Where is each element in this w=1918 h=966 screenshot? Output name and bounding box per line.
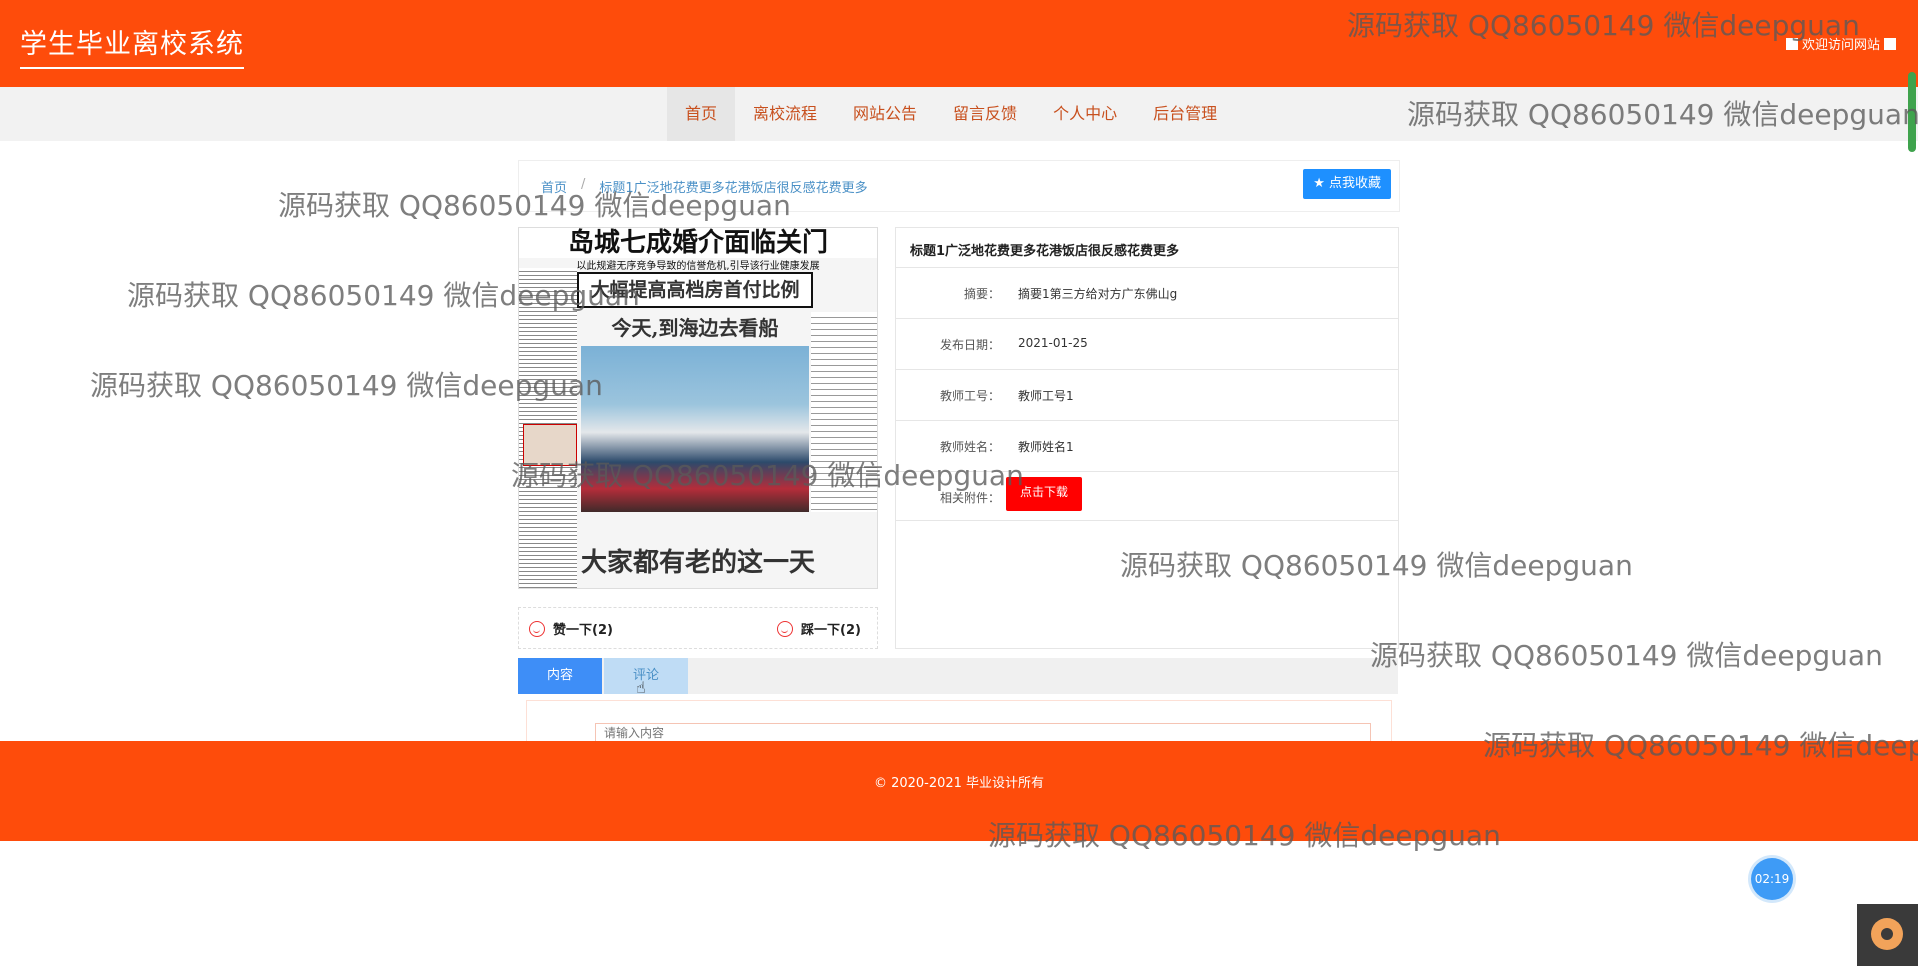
detail-panel: 标题1广泛地花费更多花港饭店很反感花费更多 摘要： 摘要1第三方给对方广东佛山g… bbox=[895, 227, 1399, 649]
detail-value: 教师工号1 bbox=[1018, 389, 1074, 403]
site-title[interactable]: 学生毕业离校系统 bbox=[20, 22, 244, 69]
detail-row-summary: 摘要： 摘要1第三方给对方广东佛山g bbox=[896, 267, 1398, 318]
detail-value: 2021-01-25 bbox=[1018, 336, 1088, 350]
newspaper-footer-headline: 大家都有老的这一天 bbox=[580, 548, 815, 578]
like-button[interactable]: 赞一下(2) bbox=[529, 619, 613, 638]
newspaper-box-headline: 大幅提高高档房首付比例 bbox=[577, 272, 813, 308]
detail-label: 教师姓名： bbox=[939, 440, 1000, 454]
tool-widget[interactable] bbox=[1857, 904, 1918, 966]
top-header: 学生毕业离校系统 欢迎访问网站 bbox=[0, 0, 1918, 87]
content-tabs: 内容 评论 bbox=[518, 658, 1398, 694]
nav-item-admin[interactable]: 后台管理 bbox=[1135, 87, 1235, 141]
square-icon bbox=[1884, 37, 1896, 50]
detail-row-attachment: 相关附件： 点击下载 bbox=[896, 471, 1398, 522]
footer: © 2020-2021 毕业设计所有 bbox=[0, 741, 1918, 841]
gear-icon bbox=[1871, 918, 1903, 950]
comment-section bbox=[526, 700, 1392, 743]
hand-cursor-icon: ☝ bbox=[636, 678, 646, 697]
newspaper-photo bbox=[581, 346, 809, 512]
tab-comments[interactable]: 评论 bbox=[604, 658, 688, 694]
detail-label: 摘要： bbox=[963, 287, 1000, 301]
newspaper-headline: 岛城七成婚介面临关门 bbox=[519, 228, 877, 258]
detail-value: 教师姓名1 bbox=[1018, 440, 1074, 454]
detail-row-date: 发布日期： 2021-01-25 bbox=[896, 318, 1398, 369]
comment-input[interactable] bbox=[595, 723, 1371, 743]
detail-label: 教师工号： bbox=[939, 389, 1000, 403]
breadcrumb: 首页 / 标题1广泛地花费更多花港饭店很反感花费更多 bbox=[541, 177, 868, 196]
breadcrumb-home[interactable]: 首页 bbox=[541, 177, 567, 196]
detail-row-teacher-name: 教师姓名： 教师姓名1 bbox=[896, 420, 1398, 471]
article-image: 岛城七成婚介面临关门 以此规避无序竞争导致的信誉危机,引导该行业健康发展 大幅提… bbox=[518, 227, 878, 589]
welcome-link[interactable]: 欢迎访问网站 bbox=[1785, 34, 1896, 53]
detail-label: 相关附件： bbox=[939, 491, 1000, 505]
detail-divider bbox=[896, 520, 1398, 521]
scrollbar-thumb[interactable] bbox=[1908, 72, 1916, 152]
recording-timer[interactable]: 02:19 bbox=[1751, 858, 1793, 900]
smile-icon bbox=[529, 620, 545, 637]
favorite-button[interactable]: ★ 点我收藏 bbox=[1303, 169, 1391, 199]
frown-icon bbox=[777, 620, 793, 637]
dislike-label: 踩一下(2) bbox=[801, 623, 861, 638]
dislike-button[interactable]: 踩一下(2) bbox=[777, 619, 861, 638]
like-label: 赞一下(2) bbox=[553, 623, 613, 638]
vote-bar: 赞一下(2) 踩一下(2) bbox=[518, 607, 878, 649]
tab-content[interactable]: 内容 bbox=[518, 658, 602, 694]
watermark: 源码获取 QQ86050149 微信deepguan bbox=[1370, 639, 1883, 672]
main-nav: 首页 离校流程 网站公告 留言反馈 个人中心 后台管理 bbox=[0, 87, 1918, 141]
download-button[interactable]: 点击下载 bbox=[1006, 477, 1082, 511]
welcome-text: 欢迎访问网站 bbox=[1801, 38, 1880, 53]
nav-item-feedback[interactable]: 留言反馈 bbox=[935, 87, 1035, 141]
nav-item-home[interactable]: 首页 bbox=[667, 87, 736, 141]
detail-row-teacher-id: 教师工号： 教师工号1 bbox=[896, 369, 1398, 420]
copyright-text: © 2020-2021 毕业设计所有 bbox=[873, 776, 1045, 791]
square-icon bbox=[1785, 37, 1798, 50]
nav-item-announcements[interactable]: 网站公告 bbox=[835, 87, 935, 141]
newspaper-story-headline: 今天,到海边去看船 bbox=[611, 316, 779, 340]
breadcrumb-current: 标题1广泛地花费更多花港饭店很反感花费更多 bbox=[599, 181, 868, 196]
breadcrumb-bar: 首页 / 标题1广泛地花费更多花港饭店很反感花费更多 ★ 点我收藏 bbox=[518, 160, 1400, 212]
newspaper-right-column bbox=[811, 312, 877, 512]
nav-item-personal-center[interactable]: 个人中心 bbox=[1035, 87, 1135, 141]
newspaper-side-ad bbox=[523, 424, 577, 466]
detail-label: 发布日期： bbox=[939, 338, 1000, 352]
detail-value: 摘要1第三方给对方广东佛山g bbox=[1018, 287, 1178, 301]
breadcrumb-separator: / bbox=[581, 177, 586, 192]
nav-item-leave-process[interactable]: 离校流程 bbox=[735, 87, 835, 141]
detail-title: 标题1广泛地花费更多花港饭店很反感花费更多 bbox=[910, 244, 1180, 259]
